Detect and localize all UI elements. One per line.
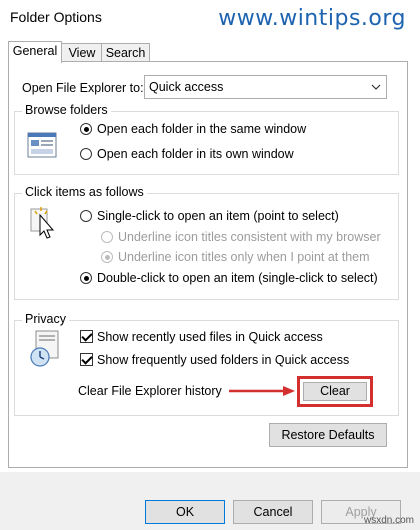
open-explorer-label: Open File Explorer to: <box>22 81 144 95</box>
restore-defaults-button[interactable]: Restore Defaults <box>269 423 387 447</box>
double-click-label[interactable]: Double-click to open an item (single-cli… <box>97 271 378 285</box>
single-click-label[interactable]: Single-click to open an item (point to s… <box>97 209 339 223</box>
footer-watermark: wsxdn.com <box>363 515 414 526</box>
window-folder-icon <box>27 132 57 158</box>
click-items-title: Click items as follows <box>22 185 147 199</box>
radio-own-window[interactable] <box>80 148 92 160</box>
title-bar: Folder Options www.wintips.org <box>0 0 420 36</box>
window-title: Folder Options <box>10 9 102 25</box>
radio-underline-point[interactable] <box>101 251 113 263</box>
arrow-right-icon <box>229 386 295 396</box>
pointer-click-icon <box>30 207 55 239</box>
browse-folders-title: Browse folders <box>22 103 111 117</box>
recent-files-label[interactable]: Show recently used files in Quick access <box>97 330 323 344</box>
clear-history-label: Clear File Explorer history <box>78 384 222 398</box>
radio-same-window[interactable] <box>80 123 92 135</box>
watermark-text: www.wintips.org <box>218 6 406 31</box>
radio-double-click[interactable] <box>80 272 92 284</box>
open-explorer-value: Quick access <box>149 80 224 94</box>
same-window-label[interactable]: Open each folder in the same window <box>97 122 306 136</box>
dialog-footer: OK Cancel Apply wsxdn.com <box>0 472 420 530</box>
underline-point-label[interactable]: Underline icon titles only when I point … <box>118 250 370 264</box>
radio-single-click[interactable] <box>80 210 92 222</box>
clear-highlight-box: Clear <box>297 376 373 407</box>
privacy-history-icon <box>30 330 59 367</box>
radio-underline-browser[interactable] <box>101 231 113 243</box>
tab-view[interactable]: View <box>60 43 104 62</box>
open-explorer-select[interactable]: Quick access <box>144 75 387 99</box>
browse-folders-group <box>14 111 399 175</box>
ok-button[interactable]: OK <box>145 500 225 524</box>
frequent-folders-label[interactable]: Show frequently used folders in Quick ac… <box>97 353 349 367</box>
chevron-down-icon <box>371 84 381 90</box>
cancel-button[interactable]: Cancel <box>233 500 313 524</box>
tab-search[interactable]: Search <box>101 43 150 62</box>
tab-general[interactable]: General <box>8 41 62 63</box>
checkbox-frequent-folders[interactable] <box>80 353 93 366</box>
privacy-title: Privacy <box>22 312 69 326</box>
own-window-label[interactable]: Open each folder in its own window <box>97 147 294 161</box>
general-tab-panel: Open File Explorer to: Quick access Brow… <box>8 61 408 468</box>
checkbox-recent-files[interactable] <box>80 330 93 343</box>
underline-browser-label[interactable]: Underline icon titles consistent with my… <box>118 230 381 244</box>
clear-button[interactable]: Clear <box>303 382 367 401</box>
